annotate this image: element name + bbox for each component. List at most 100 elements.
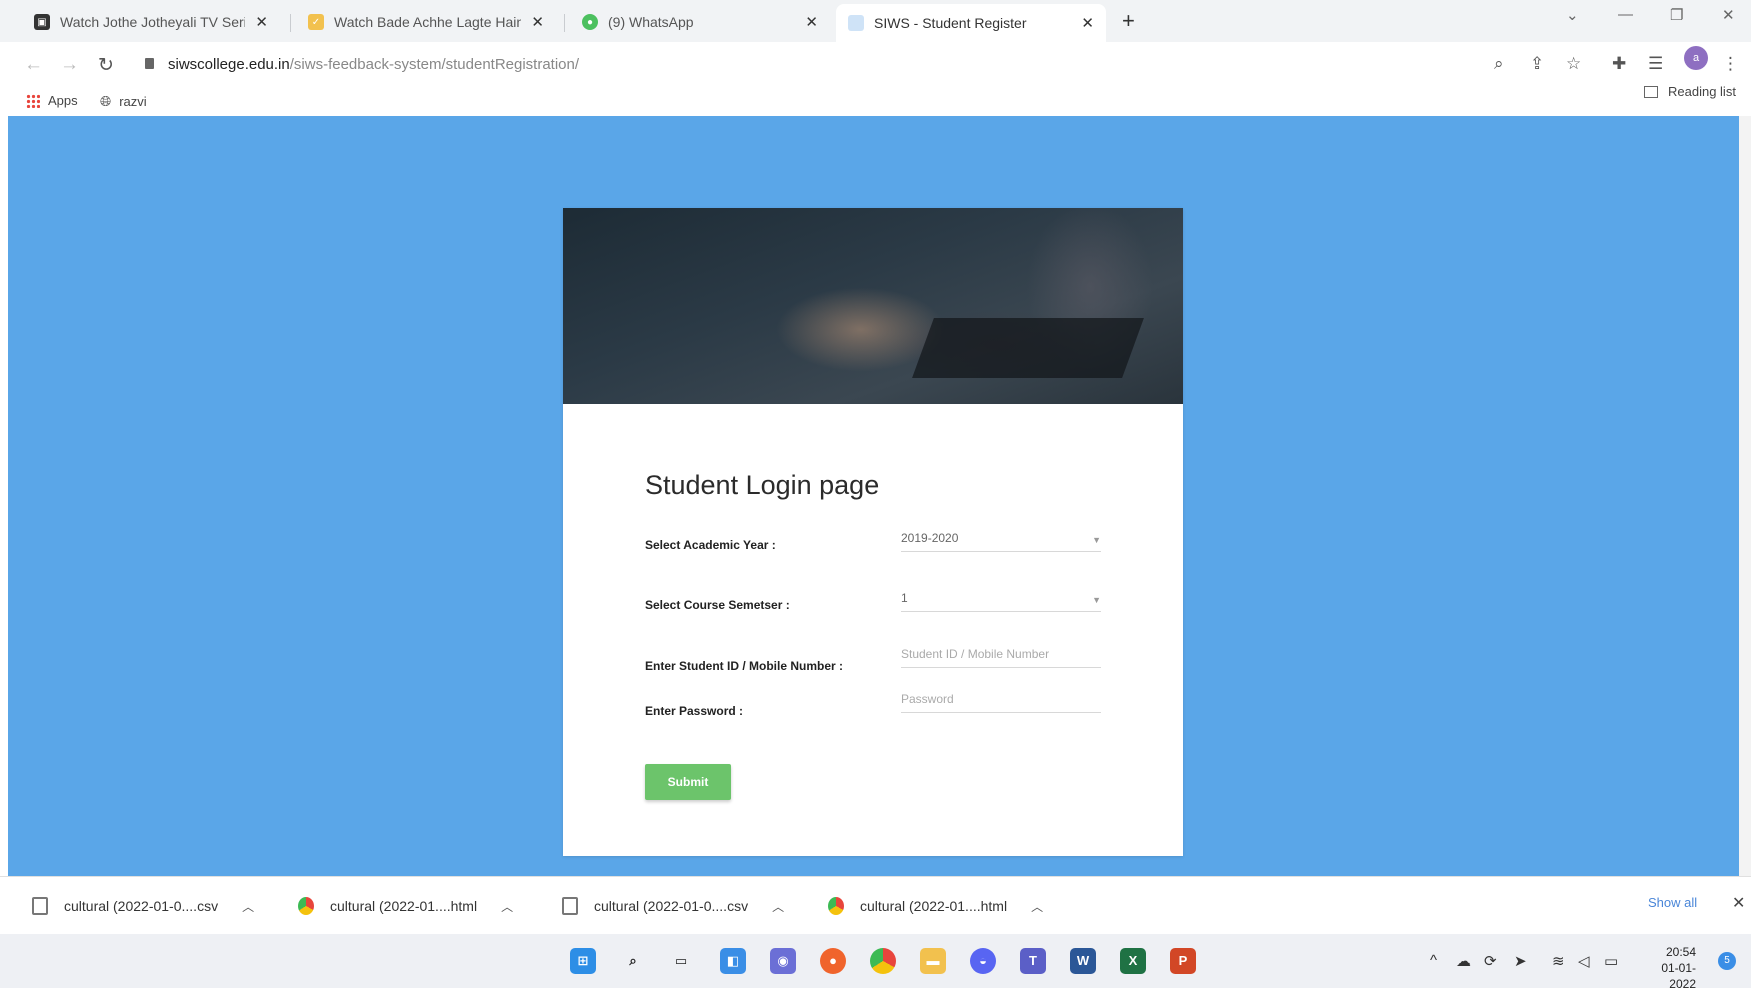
download-item[interactable]: cultural (2022-01....html ︿ [298,897,513,915]
battery-icon[interactable]: ▭ [1604,952,1618,970]
menu-icon[interactable]: ⋮ [1722,54,1739,74]
tab-title: Watch Jothe Jotheyali TV Serial [60,14,246,30]
tab-jothe-jotheyali[interactable]: ▣ Watch Jothe Jotheyali TV Serial ✕ [22,6,280,38]
reading-list-label: Reading list [1668,84,1736,99]
password-placeholder: Password [901,692,954,706]
chevron-up-icon[interactable]: ︿ [772,898,784,915]
download-item[interactable]: cultural (2022-01....html ︿ [828,897,1043,915]
chevron-up-icon[interactable]: ^ [1430,952,1437,969]
bookmark-star-icon[interactable]: ☆ [1566,54,1581,74]
downloads-bar: cultural (2022-01-0....csv ︿ cultural (2… [0,876,1751,934]
tab-divider [290,14,291,32]
download-filename: cultural (2022-01-0....csv [594,898,749,914]
chevron-up-icon[interactable]: ︿ [1031,898,1043,915]
page-title: Student Login page [645,470,880,500]
browser-tab-strip: ▣ Watch Jothe Jotheyali TV Serial ✕ ✓ Wa… [0,0,1751,42]
password-input[interactable]: Password [901,687,1101,713]
chevron-up-icon[interactable]: ︿ [242,898,254,915]
reading-mode-icon[interactable]: ☰ [1648,54,1663,74]
download-filename: cultural (2022-01....html [860,898,1008,914]
tab-bade-achhe[interactable]: ✓ Watch Bade Achhe Lagte Hain 2 ✕ [296,6,556,38]
tab-title: (9) WhatsApp [608,14,694,30]
share-icon[interactable]: ⇪ [1530,54,1544,74]
close-icon[interactable]: ✕ [255,13,268,31]
back-icon[interactable]: ← [24,54,43,76]
close-icon[interactable]: ✕ [1081,14,1094,32]
location-icon[interactable]: ➤ [1514,952,1527,970]
widgets-icon[interactable]: ◧ [720,948,746,974]
bookmark-apps[interactable]: Apps [26,93,78,108]
chrome-html-icon [298,897,314,915]
windows-taskbar: ⊞ ⌕ ▭ ◧ ◉ ● ▬ ◒ T W X P ^ ☁ ⟳ ➤ ≋ ◁ ▭ 20… [0,934,1751,988]
academic-year-select[interactable]: 2019-2020 ▼ [901,526,1101,552]
download-item[interactable]: cultural (2022-01-0....csv ︿ [32,897,254,915]
bookmark-label: razvi [119,94,147,109]
submit-button[interactable]: Submit [645,764,731,800]
forward-icon[interactable]: → [60,54,79,76]
windows-start-icon[interactable]: ⊞ [570,948,596,974]
reading-list-button[interactable]: Reading list [1644,84,1736,99]
chrome-icon[interactable] [870,948,896,974]
password-label: Enter Password : [645,704,744,718]
close-icon[interactable]: ✕ [531,13,544,31]
page-scrollbar[interactable] [1739,116,1751,876]
window-close-icon[interactable]: ✕ [1722,6,1735,24]
reload-icon[interactable]: ↻ [98,54,114,77]
tab-search-icon[interactable]: ⌄ [1566,6,1579,24]
student-id-input[interactable]: Student ID / Mobile Number [901,642,1101,668]
close-icon[interactable]: ✕ [805,13,818,31]
system-clock[interactable]: 20:54 01-01-2022 [1640,944,1696,988]
discord-icon[interactable]: ◒ [970,948,996,974]
url-path: /siws-feedback-system/studentRegistratio… [289,56,580,73]
reading-list-icon [1644,85,1658,98]
profile-avatar[interactable]: a [1684,46,1708,70]
excel-icon[interactable]: X [1120,948,1146,974]
download-filename: cultural (2022-01-0....csv [64,898,219,914]
task-view-icon[interactable]: ▭ [668,948,694,974]
csv-file-icon [562,897,578,915]
volume-icon[interactable]: ◁ [1578,952,1590,970]
sync-icon[interactable]: ⟳ [1484,952,1497,970]
teams-icon[interactable]: T [1020,948,1046,974]
teams-chat-icon[interactable]: ◉ [770,948,796,974]
tab-siws-student-register[interactable]: SIWS - Student Register ✕ [836,4,1106,42]
laptop-keyboard-graphic [912,318,1144,378]
globe-icon: 🌐︎ [100,93,112,109]
url-host: siwscollege.edu.in [168,56,290,73]
academic-year-label: Select Academic Year : [645,538,776,552]
search-icon[interactable]: ⌕ [620,948,646,974]
onedrive-icon[interactable]: ☁ [1456,952,1471,970]
wifi-icon[interactable]: ≋ [1552,952,1565,970]
chevron-down-icon: ▼ [1092,595,1101,605]
tab-whatsapp[interactable]: ● (9) WhatsApp ✕ [570,6,830,38]
bookmark-razvi[interactable]: 🌐︎ razvi [100,93,147,110]
zoom-icon[interactable]: ⌕ [1494,54,1504,74]
show-all-link[interactable]: Show all [1648,895,1697,910]
firefox-icon[interactable]: ● [820,948,846,974]
chrome-html-icon [828,897,844,915]
extensions-icon[interactable]: ✚ [1612,54,1626,74]
bookmarks-bar: Apps 🌐︎ razvi [0,90,1751,116]
student-id-placeholder: Student ID / Mobile Number [901,647,1050,661]
close-icon[interactable]: ✕ [1732,893,1745,913]
hero-image [563,208,1183,404]
semester-select[interactable]: 1 ▼ [901,586,1101,612]
tv-icon: ▣ [34,14,50,30]
clock-date: 01-01-2022 [1661,961,1696,988]
tab-title: Watch Bade Achhe Lagte Hain 2 [334,14,522,30]
semester-label: Select Course Semetser : [645,598,790,612]
new-tab-button[interactable]: + [1122,8,1135,34]
restore-icon[interactable]: ❐ [1670,6,1683,24]
address-bar[interactable]: siwscollege.edu.in/siws-feedback-system/… [168,56,579,73]
notification-badge[interactable]: 5 [1718,952,1736,970]
download-item[interactable]: cultural (2022-01-0....csv ︿ [562,897,784,915]
chevron-up-icon[interactable]: ︿ [501,898,513,915]
powerpoint-icon[interactable]: P [1170,948,1196,974]
file-explorer-icon[interactable]: ▬ [920,948,946,974]
bookmark-label: Apps [48,93,78,108]
minimize-icon[interactable]: — [1618,6,1633,23]
word-icon[interactable]: W [1070,948,1096,974]
student-id-label: Enter Student ID / Mobile Number : [645,659,844,673]
tab-title: SIWS - Student Register [874,15,1027,31]
whatsapp-icon: ● [582,14,598,30]
